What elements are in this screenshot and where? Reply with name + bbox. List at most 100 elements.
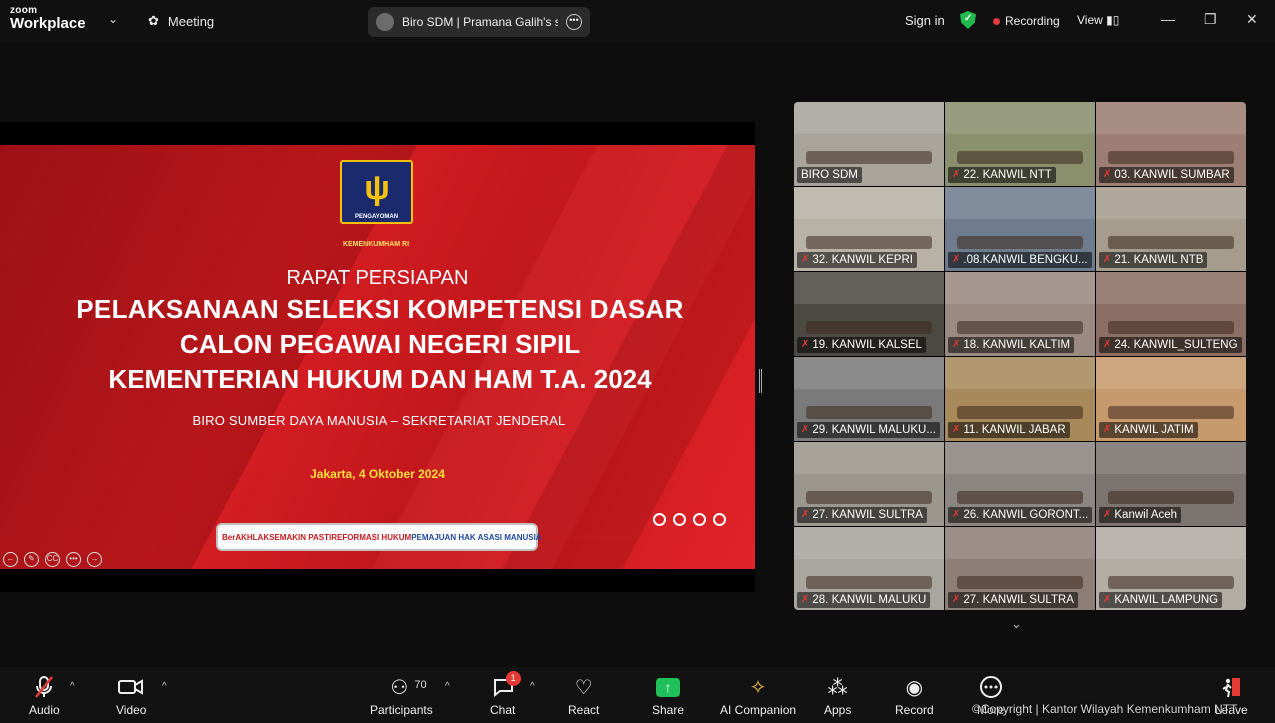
share-label: Share [652, 703, 685, 717]
ai-companion-button[interactable]: ✧ AI Companion [720, 673, 796, 718]
participant-name: 18. KANWIL KALTIM [963, 339, 1071, 351]
video-button[interactable]: Video [116, 673, 146, 717]
participant-tile[interactable]: ✗ 32. KANWIL KEPRI [794, 187, 944, 271]
copyright-watermark: ©Copyright | Kantor Wilayah Kemenkumham … [972, 702, 1238, 716]
participant-tile[interactable]: ✗ 11. KANWIL JABAR [945, 357, 1095, 441]
view-button[interactable]: View ▮▯ [1077, 13, 1119, 27]
participant-tile[interactable]: ✗ 27. KANWIL SULTRA [945, 527, 1095, 610]
participant-tile[interactable]: ✗ 18. KANWIL KALTIM [945, 272, 1095, 356]
participant-name-tag: ✗ 22. KANWIL NTT [948, 167, 1056, 183]
emblem-caption: KEMENKUMHAM RI [342, 241, 410, 248]
react-button[interactable]: ♡ React [568, 673, 600, 718]
semakin-pasti-logo: SEMAKIN PASTI [269, 532, 332, 542]
more-icon[interactable]: ••• [66, 552, 81, 567]
view-label: View [1077, 13, 1103, 27]
participant-name: 21. KANWIL NTB [1114, 254, 1204, 266]
shield-icon[interactable]: ✓ [960, 11, 976, 29]
restore-icon[interactable]: ❐ [1204, 11, 1217, 28]
slide-footer-logos: BerAKHLAK SEMAKIN PASTI REFORMASI HUKUM … [216, 523, 637, 551]
audio-options-caret-icon[interactable]: ^ [70, 681, 75, 692]
next-icon[interactable]: → [87, 552, 102, 567]
participant-tile[interactable]: ✗ Kanwil Aceh [1096, 442, 1246, 526]
participant-tile[interactable]: ✗ 27. KANWIL SULTRA [794, 442, 944, 526]
sign-in-button[interactable]: Sign in [905, 13, 945, 28]
chat-options-caret-icon[interactable]: ^ [530, 681, 535, 692]
participant-name-tag: ✗ 27. KANWIL SULTRA [797, 507, 927, 523]
meeting-menu[interactable]: ✿ Meeting [148, 13, 214, 29]
pen-icon[interactable]: ✎ [24, 552, 39, 567]
slide-title-line3: KEMENTERIAN HUKUM DAN HAM T.A. 2024 [108, 364, 652, 394]
chat-icon: 1 [492, 671, 521, 701]
recording-indicator[interactable]: Recording [993, 14, 1060, 28]
participant-name: 27. KANWIL SULTRA [812, 509, 923, 521]
recording-label: Recording [1005, 14, 1060, 28]
participant-tile[interactable]: ✗ 19. KANWIL KALSEL [794, 272, 944, 356]
participant-tile[interactable]: ✗ 22. KANWIL NTT [945, 102, 1095, 186]
audio-label: Audio [29, 703, 60, 717]
participant-name: 26. KANWIL GORONT... [963, 509, 1089, 521]
muted-mic-icon: ✗ [1103, 254, 1112, 265]
audio-button[interactable]: Audio [29, 673, 60, 717]
participant-tile[interactable]: ✗ KANWIL JATIM [1096, 357, 1246, 441]
participant-tile[interactable]: ✗ 24. KANWIL_SULTENG [1096, 272, 1246, 356]
record-icon: ◉ [905, 676, 924, 699]
screen-share-pill[interactable]: Biro SDM | Pramana Galih's scree ••• [368, 7, 590, 37]
participant-name: 28. KANWIL MALUKU [812, 594, 927, 606]
participant-name: 11. KANWIL JABAR [963, 424, 1066, 436]
participant-name: 29. KANWIL MALUKU... [812, 424, 936, 436]
participants-button[interactable]: ⚇ 70 Participants [370, 673, 433, 717]
record-button[interactable]: ◉ Record [895, 673, 934, 718]
slide-title-small: RAPAT PERSIAPAN [286, 267, 469, 289]
participants-options-caret-icon[interactable]: ^ [445, 681, 450, 692]
muted-mic-icon: ✗ [952, 424, 961, 435]
participant-name: 22. KANWIL NTT [963, 169, 1052, 181]
resize-handle[interactable] [759, 369, 762, 393]
bangga-melayani-logo: bangga melayani bangsa [541, 532, 637, 542]
participant-tile[interactable]: ✗ 29. KANWIL MALUKU... [794, 357, 944, 441]
berakhlak-logo: BerAKHLAK [222, 532, 270, 542]
share-button[interactable]: ↑ Share [652, 673, 684, 717]
muted-mic-icon: ✗ [801, 254, 810, 265]
react-label: React [568, 703, 600, 717]
chat-label: Chat [490, 703, 516, 717]
participant-name: 24. KANWIL_SULTENG [1114, 339, 1238, 351]
share-title: Biro SDM | Pramana Galih's scree [402, 15, 558, 29]
participant-name: KANWIL JATIM [1114, 424, 1194, 436]
participant-name: 32. KANWIL KEPRI [812, 254, 913, 266]
participant-name-tag: ✗ 18. KANWIL KALTIM [948, 337, 1075, 353]
zoom-logo: zoom Workplace [10, 6, 86, 32]
chevron-down-icon[interactable]: ⌄ [1011, 616, 1022, 632]
participant-tile[interactable]: ✗ KANWIL LAMPUNG [1096, 527, 1246, 610]
apps-button[interactable]: ⁂ Apps [824, 673, 851, 718]
participant-tile[interactable]: ✗ 03. KANWIL SUMBAR [1096, 102, 1246, 186]
emblem-text: PENGAYOMAN [354, 214, 399, 220]
previous-icon[interactable]: ← [3, 552, 18, 567]
close-icon[interactable]: ✕ [1246, 11, 1258, 28]
more-options-icon[interactable]: ••• [566, 14, 582, 30]
title-bar: zoom Workplace ⌄ ✿ Meeting Biro SDM | Pr… [0, 0, 1275, 42]
share-arrow-icon: ↑ [656, 677, 681, 697]
participant-tile[interactable]: ✗ 21. KANWIL NTB [1096, 187, 1246, 271]
participant-tile[interactable]: BIRO SDM [794, 102, 944, 186]
video-label: Video [116, 703, 147, 717]
muted-mic-icon: ✗ [952, 169, 961, 180]
chevron-down-icon[interactable]: ⌄ [108, 12, 118, 26]
slideshow-controls: ← ✎ CC ••• → [3, 552, 102, 567]
video-options-caret-icon[interactable]: ^ [162, 681, 167, 692]
minimize-icon[interactable]: — [1161, 11, 1175, 27]
participant-name: BIRO SDM [801, 169, 858, 181]
muted-mic-icon: ✗ [801, 509, 810, 520]
sparkle-icon: ✧ [749, 676, 767, 699]
participant-tile[interactable]: ✗ 26. KANWIL GORONT... [945, 442, 1095, 526]
chat-button[interactable]: 1 Chat [490, 671, 521, 717]
captions-icon[interactable]: CC [45, 552, 60, 567]
participant-tile[interactable]: ✗ .08.KANWIL BENGKU... [945, 187, 1095, 271]
muted-mic-icon: ✗ [952, 254, 961, 265]
participants-label: Participants [370, 703, 433, 717]
muted-mic-icon: ✗ [1103, 169, 1112, 180]
slide-subtitle: BIRO SUMBER DAYA MANUSIA – SEKRETARIAT J… [192, 413, 566, 428]
meeting-icon: ✿ [148, 13, 159, 28]
participant-tile[interactable]: ✗ 28. KANWIL MALUKU [794, 527, 944, 610]
muted-mic-icon: ✗ [801, 594, 810, 605]
participant-name-tag: ✗ 28. KANWIL MALUKU [797, 592, 931, 608]
